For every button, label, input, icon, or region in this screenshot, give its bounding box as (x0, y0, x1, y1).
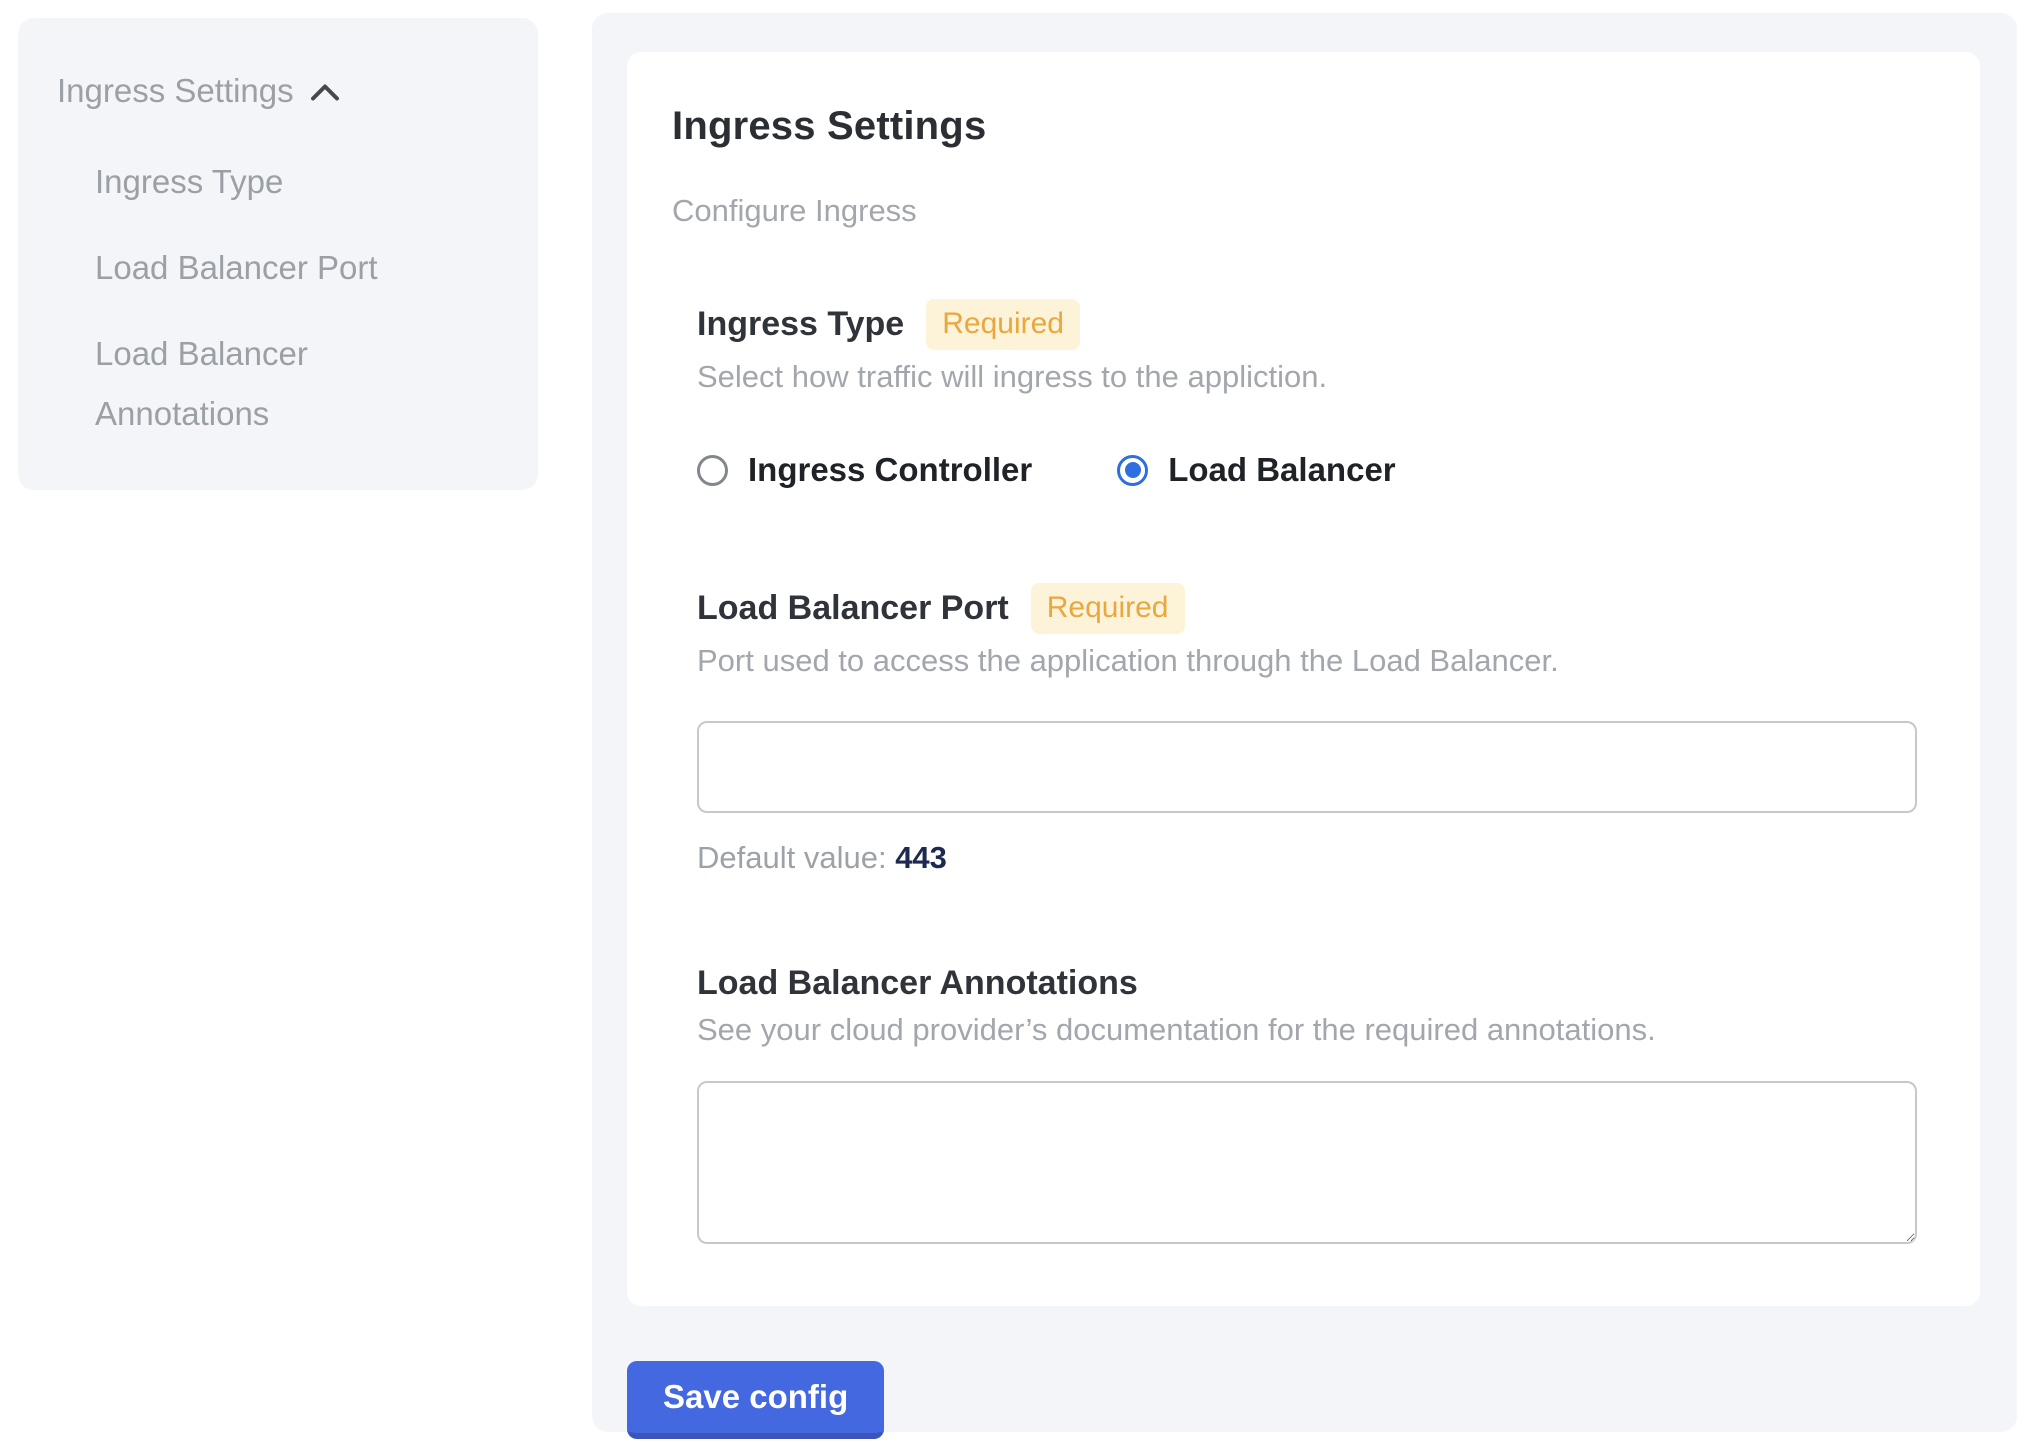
sidebar-item-load-balancer-port[interactable]: Load Balancer Port (95, 238, 485, 298)
radio-ingress-controller-label: Ingress Controller (748, 451, 1032, 489)
ingress-type-label: Ingress Type (697, 305, 904, 344)
sidebar-group-label: Ingress Settings (57, 60, 294, 122)
section-ingress-type: Ingress Type Required Select how traffic… (697, 299, 1920, 489)
save-config-button[interactable]: Save config (627, 1361, 884, 1439)
settings-sidebar: Ingress Settings Ingress Type Load Balan… (18, 18, 538, 490)
sidebar-item-ingress-type[interactable]: Ingress Type (95, 152, 485, 212)
load-balancer-annotations-label-row: Load Balancer Annotations (697, 964, 1920, 1003)
radio-load-balancer[interactable]: Load Balancer (1117, 451, 1395, 489)
sidebar-item-load-balancer-annotations[interactable]: Load Balancer Annotations (95, 324, 485, 444)
page-title: Ingress Settings (672, 104, 1920, 149)
ingress-type-description: Select how traffic will ingress to the a… (697, 359, 1920, 395)
load-balancer-port-label-row: Load Balancer Port Required (697, 583, 1920, 634)
sidebar-group-ingress-settings[interactable]: Ingress Settings (57, 60, 500, 122)
sidebar-item-list: Ingress Type Load Balancer Port Load Bal… (95, 152, 500, 444)
ingress-settings-card: Ingress Settings Configure Ingress Ingre… (627, 52, 1980, 1306)
default-value-number: 443 (895, 840, 947, 875)
default-value-note: Default value: 443 (697, 840, 1920, 876)
ingress-type-radio-group: Ingress Controller Load Balancer (697, 451, 1920, 489)
section-load-balancer-annotations: Load Balancer Annotations See your cloud… (697, 964, 1920, 1244)
load-balancer-port-label: Load Balancer Port (697, 589, 1009, 628)
load-balancer-annotations-textarea[interactable] (697, 1081, 1917, 1244)
default-value-label: Default value: (697, 840, 887, 875)
form-sections: Ingress Type Required Select how traffic… (697, 299, 1920, 1244)
radio-icon[interactable] (1117, 455, 1148, 486)
load-balancer-port-description: Port used to access the application thro… (697, 643, 1920, 679)
page-subtitle: Configure Ingress (672, 193, 1920, 229)
main-panel: Ingress Settings Configure Ingress Ingre… (592, 13, 2017, 1432)
required-badge: Required (926, 299, 1080, 350)
radio-ingress-controller[interactable]: Ingress Controller (697, 451, 1032, 489)
load-balancer-annotations-label: Load Balancer Annotations (697, 964, 1138, 1003)
load-balancer-annotations-description: See your cloud provider’s documentation … (697, 1012, 1920, 1048)
load-balancer-port-input[interactable] (697, 721, 1917, 813)
ingress-type-label-row: Ingress Type Required (697, 299, 1920, 350)
section-load-balancer-port: Load Balancer Port Required Port used to… (697, 583, 1920, 876)
required-badge: Required (1031, 583, 1185, 634)
radio-icon[interactable] (697, 455, 728, 486)
chevron-up-icon (310, 60, 340, 122)
radio-load-balancer-label: Load Balancer (1168, 451, 1395, 489)
